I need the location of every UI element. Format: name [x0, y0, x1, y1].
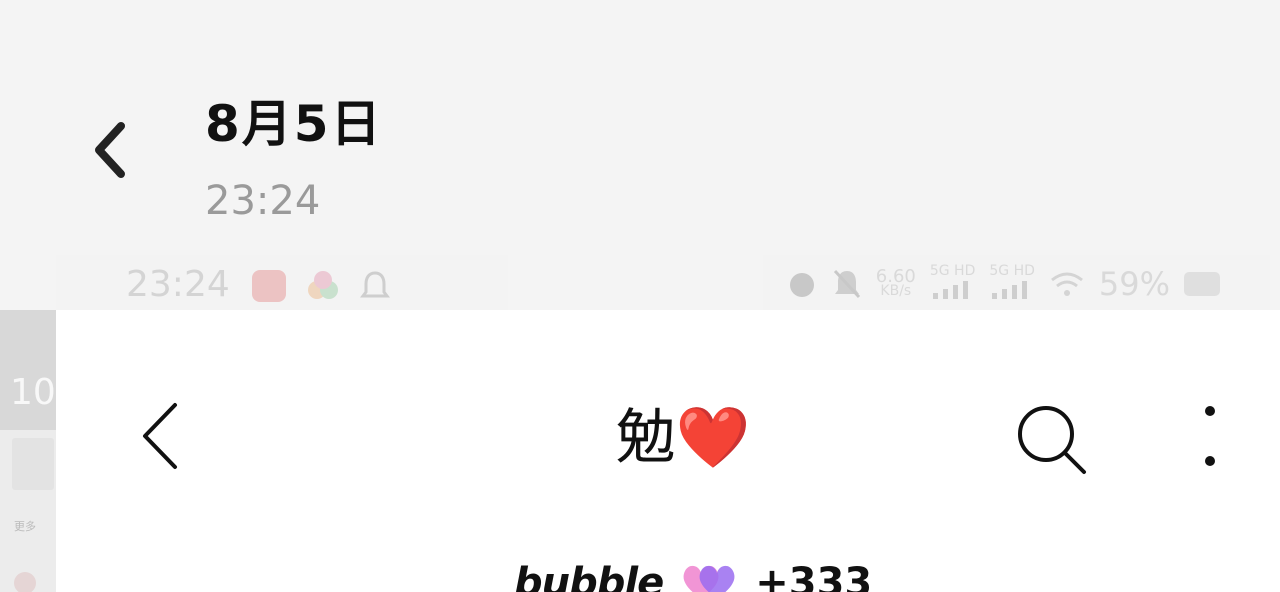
- thumbnail-number: 10: [10, 372, 56, 413]
- bubble-member-row: bubble +333: [514, 558, 872, 592]
- app-icon: [306, 270, 340, 302]
- signal-sim1: 5G HD: [930, 264, 975, 303]
- viewer-back-button[interactable]: [84, 115, 134, 185]
- thumbnail-caption: 更多: [14, 520, 36, 533]
- bubble-logo: bubble: [514, 560, 664, 592]
- member-count: +333: [755, 560, 873, 592]
- search-button[interactable]: [1014, 402, 1090, 478]
- battery-percent: 59%: [1098, 264, 1170, 303]
- thumbnail-image[interactable]: 10: [0, 310, 56, 430]
- chat-screen: 勉❤️ bubble +333: [56, 310, 1280, 592]
- status-icons-right: 6.60 KB/s 5G HD 5G HD 59%: [786, 264, 1220, 303]
- chevron-left-icon: [95, 122, 125, 178]
- signal-icon: [932, 281, 968, 299]
- search-icon: [1018, 406, 1086, 474]
- viewer-time: 23:24: [205, 178, 321, 224]
- screen: 8月5日 23:24 23:24 6.60 KB/s 5G HD 5G HD 5…: [0, 0, 1280, 592]
- thumbnail-strip[interactable]: 10 更多: [0, 310, 56, 592]
- wifi-icon: [1050, 272, 1083, 296]
- network-speed: 6.60 KB/s: [875, 265, 916, 299]
- viewer-date: 8月5日: [205, 95, 383, 153]
- chat-title: 勉❤️: [615, 403, 751, 473]
- more-options-button[interactable]: [1192, 406, 1228, 466]
- more-vertical-icon: [1205, 406, 1215, 466]
- signal-icon: [992, 281, 1028, 299]
- battery-icon: [1184, 271, 1220, 296]
- signal-sim2: 5G HD: [989, 264, 1035, 303]
- avatar: [14, 572, 36, 592]
- status-time: 23:24: [126, 264, 230, 305]
- bubble-heart-icon: [681, 563, 737, 592]
- alarm-icon: [789, 272, 814, 297]
- thumbnail-image[interactable]: [12, 438, 54, 490]
- status-bar: 23:24 6.60 KB/s 5G HD 5G HD 59%: [56, 250, 1280, 310]
- mute-icon: [833, 269, 860, 298]
- bell-icon: [360, 270, 394, 302]
- app-notification-icon: [252, 270, 286, 302]
